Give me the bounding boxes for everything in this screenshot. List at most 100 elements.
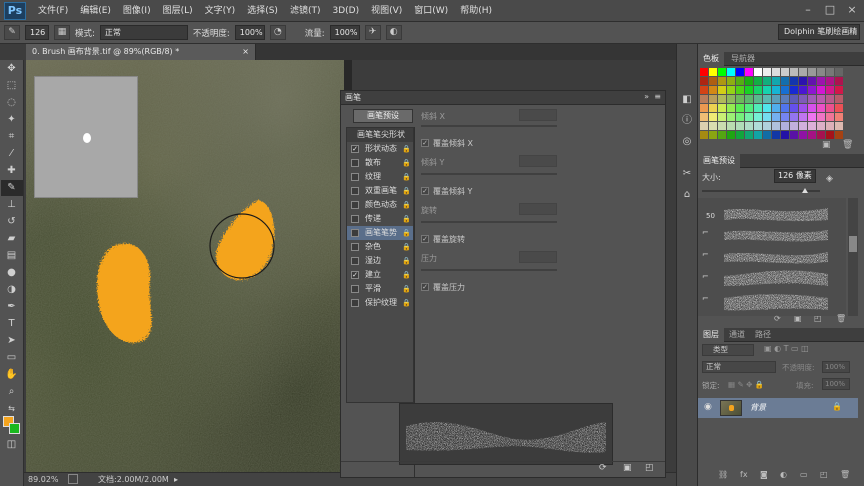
layer-opacity-input[interactable]: 100% (822, 361, 850, 373)
pressure-size-icon[interactable]: ◐ (385, 25, 402, 40)
color-swatch[interactable] (736, 77, 744, 85)
color-swatch[interactable] (817, 122, 825, 130)
color-swatch[interactable] (781, 77, 789, 85)
color-swatch[interactable] (835, 68, 843, 76)
color-swatch[interactable] (826, 113, 834, 121)
brush-setting-checkbox[interactable] (351, 201, 359, 209)
status-arrow-icon[interactable]: ▸ (174, 473, 178, 486)
color-swatch[interactable] (781, 86, 789, 94)
color-swatch[interactable] (754, 86, 762, 94)
color-swatch[interactable] (817, 95, 825, 103)
lock-icons[interactable]: ▦ ✎ ✥ 🔒 (728, 380, 764, 389)
menu-filter[interactable]: 滤镜(T) (284, 0, 327, 22)
color-swatch[interactable] (817, 104, 825, 112)
lock-icon[interactable]: 🔒 (402, 254, 411, 268)
color-swatch[interactable] (727, 113, 735, 121)
color-swatch[interactable] (781, 113, 789, 121)
tools-panel-icon[interactable]: ✂ (678, 165, 696, 183)
color-swatch[interactable] (817, 113, 825, 121)
brush-setting-item[interactable]: 画笔笔势 🔒 (347, 226, 413, 240)
color-swatch[interactable] (799, 113, 807, 121)
new-brush-icon[interactable]: ◰ (814, 314, 822, 323)
color-swatch[interactable] (718, 113, 726, 121)
color-swatch[interactable] (781, 104, 789, 112)
menu-view[interactable]: 视图(V) (365, 0, 408, 22)
panel-menu-icon[interactable]: ≡ (654, 92, 661, 101)
color-swatch[interactable] (790, 104, 798, 112)
color-swatch[interactable] (772, 113, 780, 121)
brush-setting-checkbox[interactable] (351, 299, 359, 307)
color-swatch[interactable] (700, 122, 708, 130)
status-menu-icon[interactable] (68, 474, 78, 484)
color-swatch[interactable] (817, 68, 825, 76)
lock-icon[interactable]: 🔒 (402, 268, 411, 282)
color-swatch[interactable] (745, 77, 753, 85)
color-swatch[interactable] (763, 77, 771, 85)
brush-setting-item[interactable]: 散布 🔒 (347, 156, 413, 170)
color-swatch[interactable] (835, 131, 843, 139)
color-swatch[interactable] (817, 77, 825, 85)
fill-input[interactable]: 100% (822, 378, 850, 390)
color-swatch[interactable] (781, 95, 789, 103)
color-swatch[interactable] (808, 77, 816, 85)
lock-icon[interactable]: 🔒 (402, 156, 411, 170)
color-swatch[interactable] (799, 86, 807, 94)
new-layer-icon[interactable]: ◰ (820, 470, 828, 479)
color-swatch[interactable] (790, 86, 798, 94)
color-swatch[interactable] (718, 68, 726, 76)
delete-brush-icon[interactable]: 🗑 (836, 314, 846, 323)
color-panel-icon[interactable]: ◧ (678, 91, 696, 109)
color-swatch[interactable] (763, 104, 771, 112)
color-swatch[interactable] (727, 77, 735, 85)
swap-colors-icon[interactable]: ⇆ (1, 401, 23, 415)
brush-setting-item[interactable]: 颜色动态 🔒 (347, 198, 413, 212)
brush-setting-item[interactable]: 平滑 🔒 (347, 282, 413, 296)
color-swatch[interactable] (700, 68, 708, 76)
zoom-level[interactable]: 89.02% (28, 473, 59, 486)
color-swatch[interactable] (709, 104, 717, 112)
color-swatch[interactable] (709, 95, 717, 103)
dodge-tool-icon[interactable]: ◑ (1, 282, 23, 298)
color-swatch[interactable] (745, 113, 753, 121)
color-swatch[interactable] (727, 68, 735, 76)
create-new-brush-icon[interactable]: ◰ (645, 463, 654, 473)
color-swatch[interactable] (736, 113, 744, 121)
toggle-bristle-preview-icon[interactable]: ⟳ (599, 463, 607, 473)
tab-brush-presets[interactable]: 画笔预设 (698, 154, 740, 168)
tab-layers[interactable]: 图层 (698, 328, 724, 342)
color-swatch[interactable] (763, 113, 771, 121)
color-swatch[interactable] (835, 122, 843, 130)
color-swatch[interactable] (799, 95, 807, 103)
color-swatch[interactable] (754, 113, 762, 121)
size-slider[interactable] (702, 188, 820, 193)
pressure-opacity-icon[interactable]: ◔ (269, 25, 286, 40)
menu-select[interactable]: 选择(S) (241, 0, 284, 22)
color-swatch[interactable] (709, 122, 717, 130)
color-swatch[interactable] (754, 77, 762, 85)
menu-edit[interactable]: 编辑(E) (74, 0, 117, 22)
eraser-tool-icon[interactable]: ▰ (1, 231, 23, 247)
brush-tip-shape-item[interactable]: 画笔笔尖形状 (347, 128, 413, 142)
tab-paths[interactable]: 路径 (750, 328, 776, 342)
brush-panel-icon[interactable]: ⌂ (678, 186, 696, 204)
color-swatch[interactable] (727, 122, 735, 130)
brush-tool-icon[interactable]: ✎ (4, 25, 20, 40)
brush-setting-checkbox[interactable] (351, 243, 359, 251)
size-input[interactable]: 126 像素 (774, 169, 816, 183)
brush-setting-checkbox[interactable] (351, 159, 359, 167)
lock-icon[interactable]: 🔒 (402, 282, 411, 296)
color-swatch[interactable] (718, 122, 726, 130)
mode-select[interactable]: 正常 (99, 25, 188, 40)
brush-presets-button[interactable]: 画笔预设 (353, 109, 413, 123)
swatch-grid[interactable] (700, 68, 848, 146)
color-swatch[interactable] (736, 104, 744, 112)
color-swatch[interactable] (790, 122, 798, 130)
color-swatch[interactable] (781, 122, 789, 130)
marquee-tool-icon[interactable]: ⬚ (1, 78, 23, 94)
color-swatch[interactable] (754, 122, 762, 130)
add-mask-icon[interactable]: ◙ (760, 470, 768, 479)
color-swatch[interactable] (754, 68, 762, 76)
history-brush-tool-icon[interactable]: ↺ (1, 214, 23, 230)
tab-channels[interactable]: 通道 (724, 328, 750, 342)
tab-swatches[interactable]: 色板 (698, 52, 724, 66)
